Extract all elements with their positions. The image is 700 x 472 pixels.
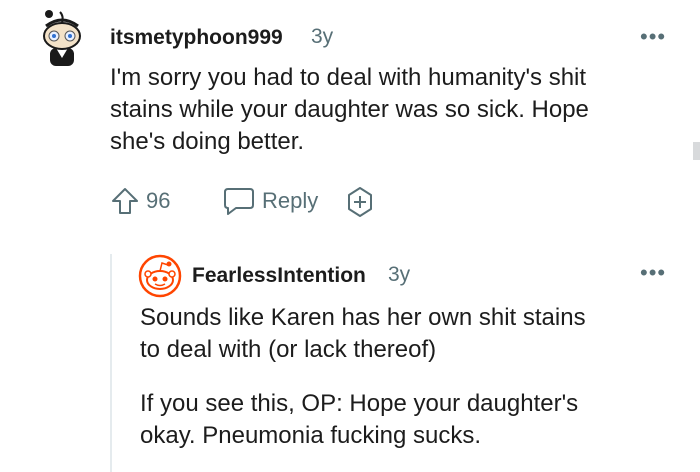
comment-body-line: okay. Pneumonia fucking sucks.: [140, 422, 482, 449]
comment-body-line: to deal with (or lack thereof): [140, 336, 437, 363]
thread-line[interactable]: [110, 254, 112, 472]
award-icon: [348, 187, 372, 217]
more-icon[interactable]: •••: [640, 24, 666, 50]
comment-body-line: she's doing better.: [110, 128, 305, 155]
reply-icon: [224, 188, 254, 215]
comment-body-line: Sounds like Karen has her own shit stain…: [140, 304, 586, 331]
comment-username[interactable]: FearlessIntention: [192, 264, 366, 288]
upvote-button[interactable]: 96: [110, 186, 170, 216]
upvote-icon: [112, 188, 138, 214]
more-icon[interactable]: •••: [640, 260, 666, 286]
avatar-icon: [43, 10, 81, 66]
comment-body-line: If you see this, OP: Hope your daughter'…: [140, 390, 579, 417]
upvote-count: 96: [146, 188, 171, 213]
scrollbar-thumb[interactable]: [693, 142, 700, 160]
comment-age[interactable]: 3y: [388, 263, 410, 287]
reply-label: Reply: [262, 188, 319, 213]
comment-body: If you see this, OP: Hope your daughter'…: [140, 388, 685, 452]
reply-button[interactable]: Reply: [222, 185, 318, 217]
avatar-icon: [138, 254, 182, 298]
comment-body-line: stains while your daughter was so sick. …: [110, 96, 589, 123]
comment-body: I'm sorry you had to deal with humanity'…: [110, 62, 680, 158]
comment-body-line: I'm sorry you had to deal with humanity'…: [110, 64, 587, 91]
comment-username[interactable]: itsmetyphoon999: [110, 26, 283, 50]
comment-body: Sounds like Karen has her own shit stain…: [140, 302, 685, 366]
comment-age[interactable]: 3y: [311, 25, 333, 49]
award-button[interactable]: [344, 186, 376, 218]
avatar[interactable]: [138, 254, 182, 298]
avatar[interactable]: [36, 8, 92, 70]
